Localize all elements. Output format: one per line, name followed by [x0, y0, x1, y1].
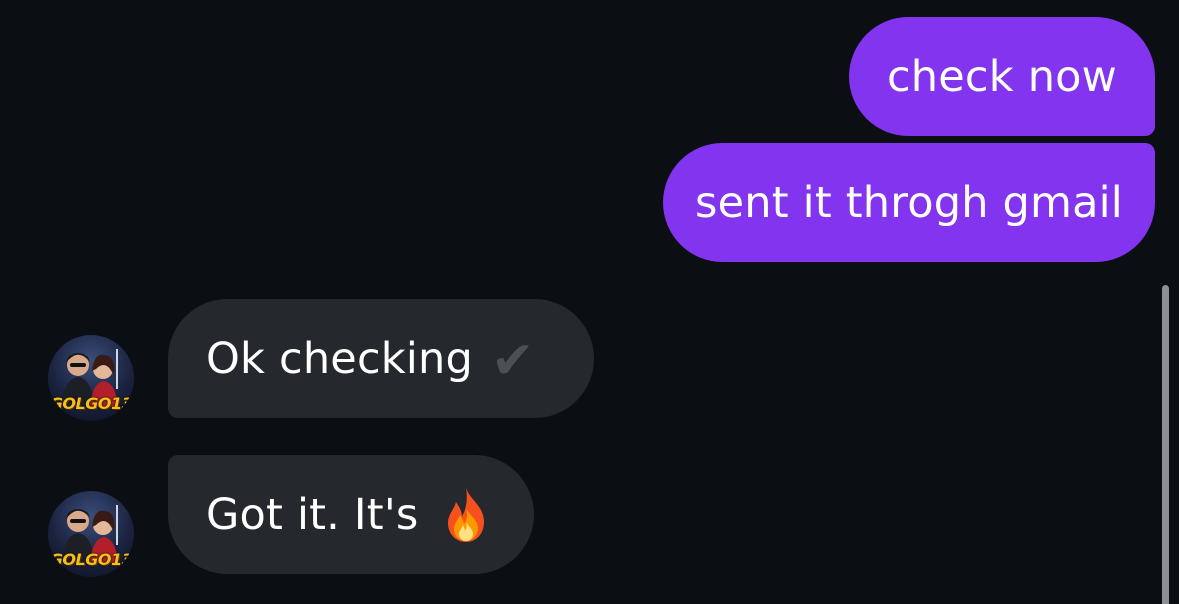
received-message-bubble[interactable]: Got it. It's	[168, 455, 534, 574]
fire-icon	[440, 486, 492, 544]
sent-message-bubble[interactable]: check now	[849, 17, 1155, 136]
message-text: Ok checking	[206, 333, 474, 384]
message-thread: check now sent it throgh gmail GOLGO13 O…	[0, 0, 1179, 604]
message-text: sent it throgh gmail	[695, 177, 1123, 228]
message-text: Got it. It's	[206, 489, 419, 540]
avatar-logo-text: GOLGO13	[49, 550, 133, 569]
message-text: check now	[886, 51, 1118, 102]
avatar[interactable]: GOLGO13	[48, 491, 134, 577]
check-mark-icon: ✔	[491, 330, 535, 391]
avatar[interactable]: GOLGO13	[48, 335, 134, 421]
received-message-bubble[interactable]: Ok checking ✔	[168, 299, 594, 418]
scrollbar[interactable]	[1162, 285, 1169, 604]
sent-message-bubble[interactable]: sent it throgh gmail	[663, 143, 1155, 262]
avatar-logo-text: GOLGO13	[49, 394, 133, 413]
